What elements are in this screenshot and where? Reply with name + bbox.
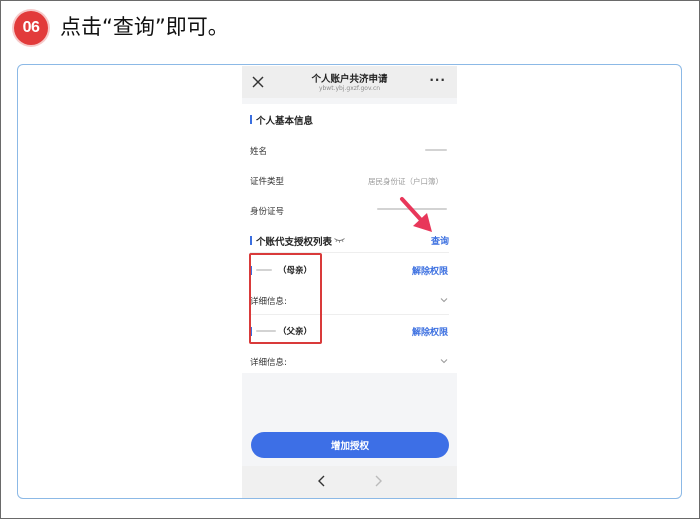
page-url: ybwt.ybj.gxzf.gov.cn [318, 85, 381, 92]
page-title: 个人账户共济申请 [311, 74, 388, 85]
id-type-label: 证件类型 [250, 177, 285, 187]
query-link[interactable]: 查询 [431, 234, 449, 247]
section-marker [250, 115, 252, 124]
forward-arrow-icon[interactable] [373, 475, 383, 487]
section-marker [250, 236, 252, 245]
chevron-down-icon[interactable] [440, 297, 448, 303]
chevron-down-icon[interactable] [440, 358, 448, 364]
id-type-value: 居民身份证（户口簿） [368, 177, 443, 186]
more-icon[interactable]: ··· [429, 73, 446, 87]
eye-closed-icon[interactable] [334, 237, 345, 243]
name-value-blurred [425, 149, 447, 151]
pointer-arrow-icon [400, 197, 432, 232]
details-label-father: 详细信息: [250, 358, 287, 368]
name-label: 姓名 [250, 147, 268, 157]
title-bar: 个人账户共济申请 ybwt.ybj.gxzf.gov.cn ··· [242, 66, 457, 98]
add-authorization-button[interactable]: 增加授权 [251, 432, 449, 458]
highlight-box [249, 253, 322, 344]
back-arrow-icon[interactable] [317, 475, 327, 487]
authorization-list-title: 个账代支授权列表 [256, 237, 333, 248]
instruction-text: 点击“查询”即可。 [60, 15, 229, 39]
revoke-permission-button-father[interactable]: 解除权限 [412, 325, 448, 338]
browser-bottom-nav [242, 466, 457, 498]
revoke-permission-button-mother[interactable]: 解除权限 [412, 264, 448, 277]
step-number-badge: 06 [14, 11, 48, 45]
basic-info-title: 个人基本信息 [256, 116, 314, 127]
id-number-label: 身份证号 [250, 207, 285, 217]
